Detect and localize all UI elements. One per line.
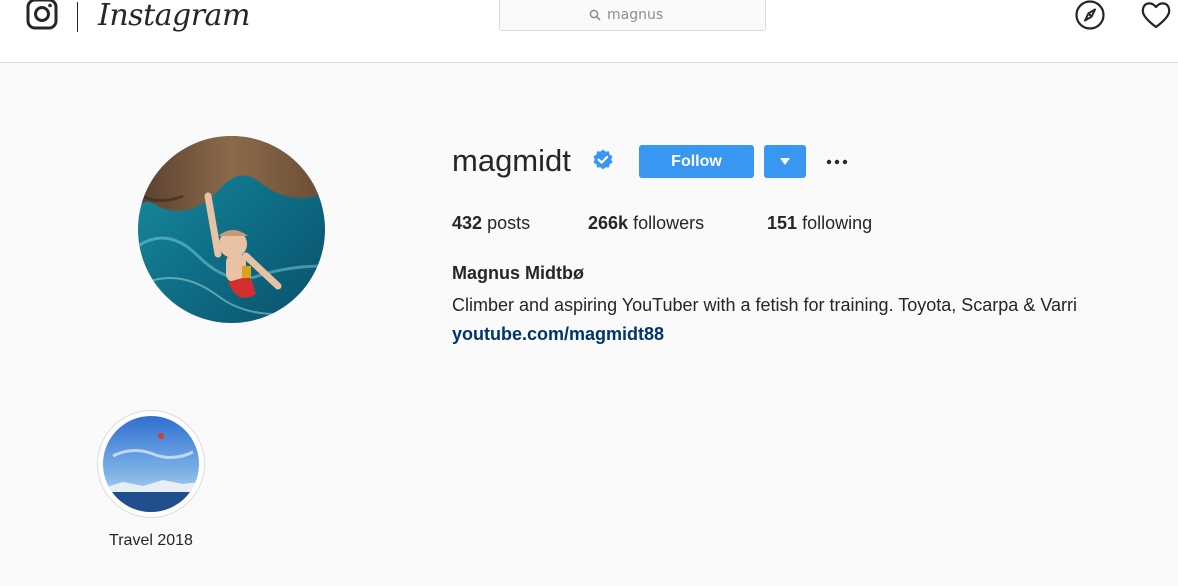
profile-avatar[interactable]: [138, 136, 325, 323]
posts-stat: 432 posts: [452, 210, 530, 236]
top-nav: Instagram: [0, 0, 1178, 63]
explore-compass-icon[interactable]: [1074, 0, 1106, 32]
verified-badge-icon: [593, 149, 613, 170]
followers-stat[interactable]: 266k followers: [588, 210, 704, 236]
highlight-cover-image: [103, 416, 199, 512]
followers-label: followers: [633, 213, 705, 233]
followers-count: 266k: [588, 213, 629, 233]
following-stat[interactable]: 151 following: [767, 210, 872, 236]
profile-full-name: Magnus Midtbø: [452, 263, 584, 283]
instagram-glyph-icon[interactable]: [26, 0, 58, 32]
profile-username: magmidt: [452, 143, 571, 178]
suggested-accounts-dropdown-button[interactable]: [764, 145, 806, 178]
story-highlight[interactable]: Travel 2018: [97, 410, 205, 549]
search-box[interactable]: [499, 0, 766, 31]
following-label: following: [802, 213, 873, 233]
heart-icon[interactable]: [1140, 0, 1172, 32]
nav-divider: [77, 2, 78, 32]
search-input[interactable]: [607, 4, 747, 26]
caret-down-icon: [780, 158, 790, 165]
profile-website-link[interactable]: youtube.com/magmidt88: [452, 320, 664, 348]
more-options-icon[interactable]: [824, 152, 850, 172]
follow-button[interactable]: Follow: [639, 145, 754, 178]
profile-bio: Climber and aspiring YouTuber with a fet…: [452, 295, 1077, 315]
following-count: 151: [767, 213, 798, 233]
instagram-wordmark[interactable]: Instagram: [98, 0, 250, 38]
posts-count: 432: [452, 213, 483, 233]
avatar-photo: [138, 136, 325, 323]
highlight-cover: [103, 416, 199, 512]
highlight-ring: [97, 410, 205, 518]
search-icon: [589, 9, 601, 21]
highlight-label: Travel 2018: [109, 532, 193, 549]
posts-label: posts: [487, 213, 531, 233]
